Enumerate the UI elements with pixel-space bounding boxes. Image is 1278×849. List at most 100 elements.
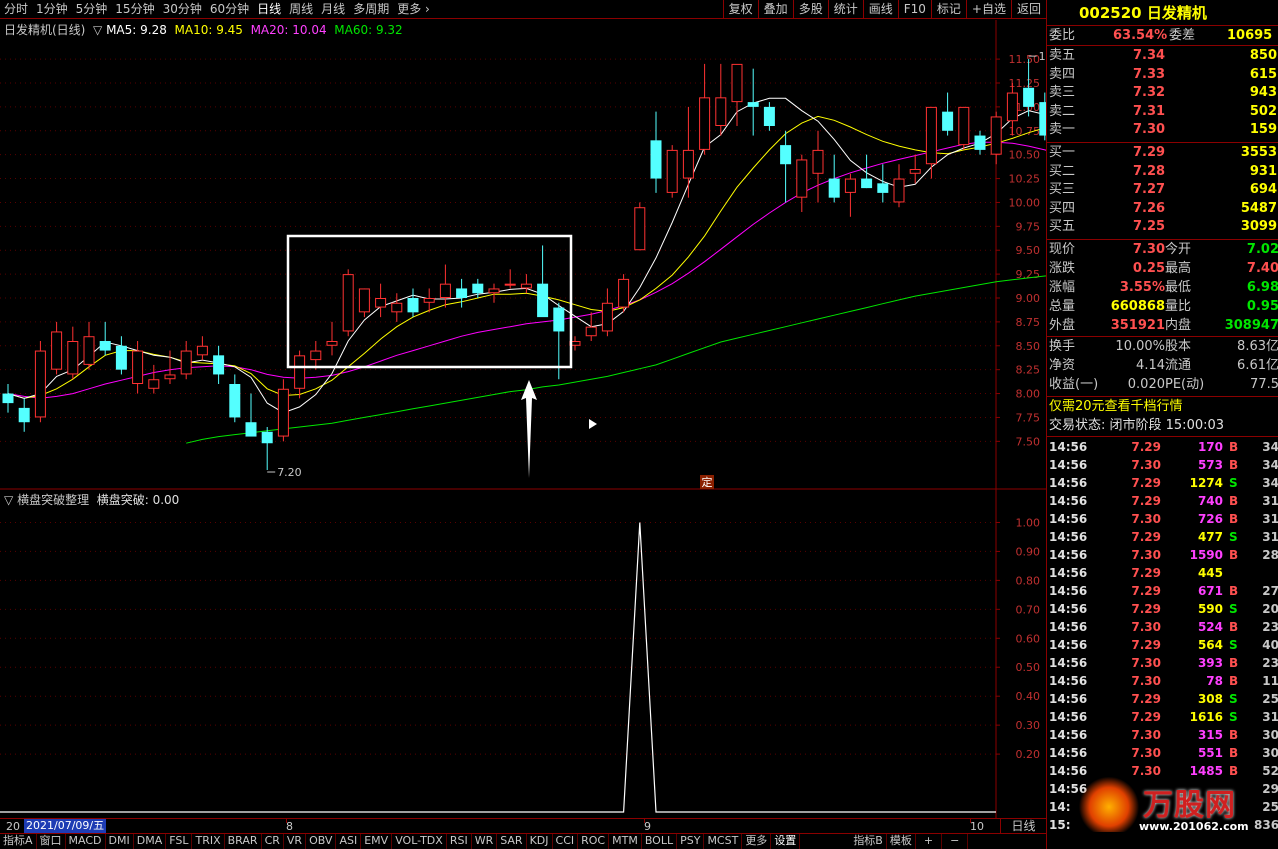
tick-price: 7.29 bbox=[1131, 638, 1161, 652]
candle-down bbox=[472, 283, 484, 294]
indicator-tab-5[interactable]: FSL bbox=[166, 834, 193, 849]
indicator-tab-27[interactable]: 模板 bbox=[887, 834, 916, 849]
period-switch-button[interactable]: 日线 bbox=[1000, 819, 1046, 833]
tick-side: S bbox=[1229, 602, 1238, 616]
candle-up bbox=[990, 116, 1002, 155]
tick-time: 14:56 bbox=[1049, 746, 1088, 760]
indicator-tab-25[interactable]: 设置 bbox=[771, 834, 801, 849]
indicator-tick-label: 0.20 bbox=[1016, 748, 1041, 761]
quote-row: 买四 7.26 5487 bbox=[1047, 200, 1278, 218]
tick-time: 14:56 bbox=[1049, 638, 1088, 652]
stat-value: 308947 bbox=[1224, 318, 1278, 333]
tick-count: 40 bbox=[1262, 638, 1278, 652]
divider bbox=[1047, 25, 1278, 26]
indicator-tab-12[interactable]: EMV bbox=[361, 834, 393, 849]
indicator-tab-19[interactable]: ROC bbox=[578, 834, 610, 849]
price-tick-label: 8.50 bbox=[1016, 340, 1041, 353]
tick-volume: 1274 bbox=[1189, 476, 1223, 490]
bid-volume: 5487 bbox=[1240, 200, 1277, 216]
stat-value: 6.61亿 bbox=[1237, 358, 1278, 373]
tick-volume: 726 bbox=[1197, 512, 1223, 526]
tick-volume: 671 bbox=[1197, 584, 1223, 598]
tick-price: 7.30 bbox=[1131, 512, 1161, 526]
indicator-tab-20[interactable]: MTM bbox=[609, 834, 642, 849]
ask-volume: 615 bbox=[1249, 66, 1277, 82]
bid-price: 7.29 bbox=[1133, 145, 1166, 160]
indicator-tab-15[interactable]: WR bbox=[472, 834, 498, 849]
quote-row: 涨幅 3.55% 最低 6.98 bbox=[1047, 279, 1278, 297]
tick-volume: 573 bbox=[1197, 458, 1223, 472]
indicator-tab-24[interactable]: 更多 bbox=[742, 834, 772, 849]
tab-extra-button-0[interactable]: + bbox=[916, 834, 943, 849]
candle-down bbox=[942, 111, 954, 131]
indicator-tab-10[interactable]: OBV bbox=[306, 834, 337, 849]
stat-label: 流通 bbox=[1165, 358, 1192, 373]
indicator-tab-18[interactable]: CCI bbox=[553, 834, 579, 849]
tick-price: 7.29 bbox=[1131, 566, 1161, 580]
indicator-tab-21[interactable]: BOLL bbox=[642, 834, 678, 849]
indicator-tab-3[interactable]: DMI bbox=[106, 834, 134, 849]
kline-chart[interactable]: 11.5011.2511.0010.7510.5010.2510.009.759… bbox=[0, 0, 1046, 818]
quote-row: 涨跌 0.25 最高 7.40 bbox=[1047, 260, 1278, 278]
quote-row: 买二 7.28 931 bbox=[1047, 163, 1278, 181]
tick-count: 11 bbox=[1262, 674, 1278, 688]
tick-side: B bbox=[1229, 620, 1239, 634]
ma10-label: MA10: 9.45 bbox=[174, 23, 243, 37]
candle-up bbox=[844, 178, 856, 193]
indicator-tab-9[interactable]: VR bbox=[284, 834, 307, 849]
tick-volume: 477 bbox=[1197, 530, 1223, 544]
promo-link[interactable]: 仅需20元查看千档行情 bbox=[1049, 398, 1183, 416]
indicator-tick-label: 0.40 bbox=[1016, 690, 1041, 703]
fix-marker-label[interactable]: 定 bbox=[702, 475, 713, 489]
indicator-tab-6[interactable]: TRIX bbox=[192, 834, 225, 849]
candle-up bbox=[67, 341, 79, 375]
candle-up bbox=[488, 288, 500, 294]
tick-time: 14:56 bbox=[1049, 476, 1088, 490]
candle-up bbox=[958, 106, 970, 146]
indicator-tab-14[interactable]: RSI bbox=[447, 834, 472, 849]
tick-count: 30 bbox=[1262, 746, 1278, 760]
stock-code-name: 002520 日发精机 bbox=[1079, 4, 1207, 22]
tick-row: 14:56 7.29 564 S 40 bbox=[1047, 636, 1278, 654]
stat-label: 涨幅 bbox=[1049, 280, 1076, 295]
indicator-tab-13[interactable]: VOL-TDX bbox=[392, 834, 447, 849]
indicator-tab-16[interactable]: SAR bbox=[497, 834, 527, 849]
divider bbox=[1047, 45, 1278, 46]
bid-label: 买三 bbox=[1049, 182, 1076, 198]
tick-time: 14:56 bbox=[1049, 566, 1088, 580]
quote-row: 卖三 7.32 943 bbox=[1047, 84, 1278, 102]
tick-time: 14:56 bbox=[1049, 440, 1088, 454]
chevron-down-icon[interactable]: ▽ bbox=[93, 23, 102, 37]
indicator-tab-2[interactable]: MACD bbox=[66, 834, 106, 849]
ask-label: 卖一 bbox=[1049, 122, 1076, 138]
tick-time: 15: bbox=[1049, 818, 1071, 832]
indicator-tab-26[interactable]: 指标B bbox=[850, 834, 887, 849]
candle-up bbox=[34, 350, 46, 418]
indicator-tab-23[interactable]: MCST bbox=[704, 834, 743, 849]
quote-row: 交易状态: 闭市阶段 15:00:03 bbox=[1047, 417, 1278, 435]
indicator-tab-11[interactable]: ASI bbox=[336, 834, 362, 849]
indicator-tab-1[interactable]: 窗口 bbox=[37, 834, 66, 849]
candle-up bbox=[423, 298, 435, 303]
indicator-name: 横盘突破整理 bbox=[17, 493, 90, 507]
indicator-tab-0[interactable]: 指标A bbox=[0, 834, 37, 849]
indicator-tab-7[interactable]: BRAR bbox=[225, 834, 262, 849]
tick-side: B bbox=[1229, 458, 1239, 472]
month-tick bbox=[644, 819, 645, 823]
tick-price: 7.29 bbox=[1131, 494, 1161, 508]
indicator-tab-8[interactable]: CR bbox=[262, 834, 284, 849]
candle-up bbox=[358, 288, 370, 313]
bid-volume: 694 bbox=[1249, 182, 1277, 198]
stat-label: 最高 bbox=[1165, 261, 1192, 276]
indicator-tab-22[interactable]: PSY bbox=[677, 834, 705, 849]
bid-label: 买四 bbox=[1049, 200, 1076, 216]
tick-time: 14:56 bbox=[1049, 548, 1088, 562]
indicator-tab-4[interactable]: DMA bbox=[134, 834, 167, 849]
tick-time: 14:56 bbox=[1049, 674, 1088, 688]
tick-volume: 170 bbox=[1197, 440, 1223, 454]
stock-title: 日发精机(日线) bbox=[4, 23, 86, 37]
tab-extra-button-1[interactable]: − bbox=[942, 834, 969, 849]
chevron-down-icon[interactable]: ▽ bbox=[4, 493, 13, 507]
ma20-label: MA20: 10.04 bbox=[250, 23, 327, 37]
indicator-tab-17[interactable]: KDJ bbox=[527, 834, 553, 849]
